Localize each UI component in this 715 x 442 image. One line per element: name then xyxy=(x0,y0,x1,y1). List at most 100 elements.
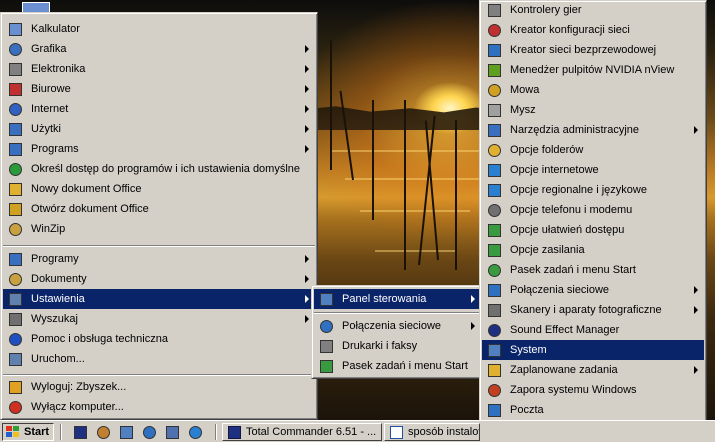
start-menu-item[interactable]: Nowy dokument Office xyxy=(3,179,315,199)
mouse-icon xyxy=(486,102,502,118)
start-menu-item[interactable]: Wyłącz komputer... xyxy=(3,397,315,417)
open-office-document-icon xyxy=(7,201,23,217)
wallpaper-reed xyxy=(372,100,374,220)
control-panel-item[interactable]: Zaplanowane zadania xyxy=(482,360,704,380)
menu-item-label: Ustawienia xyxy=(31,293,85,305)
start-menu-item[interactable]: Użytki xyxy=(3,119,315,139)
settings-item[interactable]: Panel sterowania xyxy=(314,289,481,309)
taskbar-button-document[interactable]: sposób instalov xyxy=(384,423,480,441)
menu-item-label: Elektronika xyxy=(31,63,86,75)
settings-item[interactable]: Drukarki i faksy xyxy=(314,336,481,356)
taskbar: Start Total Commander 6.51 - ... sposób … xyxy=(0,420,715,442)
control-panel-item[interactable]: Narzędzia administracyjne xyxy=(482,120,704,140)
internet-explorer-icon[interactable] xyxy=(187,424,203,440)
control-panel-item[interactable]: Opcje folderów xyxy=(482,140,704,160)
menu-item-label: Dokumenty xyxy=(31,273,87,285)
menu-item-label: Nowy dokument Office xyxy=(31,183,142,195)
control-panel-item[interactable]: Opcje internetowe xyxy=(482,160,704,180)
submenu-arrow-icon xyxy=(305,145,309,153)
start-menu-item[interactable]: Elektronika xyxy=(3,59,315,79)
start-menu-item[interactable]: WinZip xyxy=(3,219,315,239)
start-menu-item[interactable]: Wyszukaj xyxy=(3,309,315,329)
control-panel-item[interactable]: Opcje regionalne i językowe xyxy=(482,180,704,200)
menu-item-label: Kalkulator xyxy=(31,23,80,35)
control-panel-item[interactable]: Kontrolery gier xyxy=(482,0,704,20)
admin-tools-icon xyxy=(486,122,502,138)
start-menu-item[interactable]: Programs xyxy=(3,139,315,159)
submenu-arrow-icon xyxy=(305,105,309,113)
start-menu-item[interactable]: Internet xyxy=(3,99,315,119)
image-app-icon[interactable] xyxy=(95,424,111,440)
start-menu-item[interactable]: Grafika xyxy=(3,39,315,59)
new-office-document-icon xyxy=(7,181,23,197)
submenu-arrow-icon xyxy=(694,126,698,134)
menu-item-label: Skanery i aparaty fotograficzne xyxy=(510,304,662,316)
start-menu-item[interactable]: Wyloguj: Zbyszek... xyxy=(3,377,315,397)
control-panel-item[interactable]: Sound Effect Manager xyxy=(482,320,704,340)
control-panel-item[interactable]: Opcje telefonu i modemu xyxy=(482,200,704,220)
network-app-icon[interactable] xyxy=(118,424,134,440)
taskbar-button-total-commander[interactable]: Total Commander 6.51 - ... xyxy=(222,423,382,441)
start-menu-item[interactable]: Dokumenty xyxy=(3,269,315,289)
start-menu-item[interactable]: Uruchom... xyxy=(3,349,315,369)
network-connections-icon xyxy=(318,318,334,334)
submenu-arrow-icon xyxy=(305,45,309,53)
printer-icon xyxy=(318,338,334,354)
start-menu-item[interactable]: Otwórz dokument Office xyxy=(3,199,315,219)
system-icon xyxy=(486,342,502,358)
menu-item-label: Opcje regionalne i językowe xyxy=(510,184,647,196)
settings-item[interactable]: Pasek zadań i menu Start xyxy=(314,356,481,376)
menu-item-label: Użytki xyxy=(31,123,61,135)
start-menu-item[interactable]: Kalkulator xyxy=(3,19,315,39)
start-button[interactable]: Start xyxy=(2,423,54,441)
start-menu: Kalkulator Grafika Elektronika Biurowe Inter… xyxy=(0,12,318,420)
control-panel-item[interactable]: Opcje ułatwień dostępu xyxy=(482,220,704,240)
start-menu-item[interactable]: Programy xyxy=(3,249,315,269)
menu-separator xyxy=(314,312,481,314)
menu-item-label: Drukarki i faksy xyxy=(342,340,418,352)
nvidia-icon xyxy=(486,62,502,78)
menu-separator xyxy=(3,245,315,247)
control-panel-item[interactable]: Poczta xyxy=(482,400,704,420)
control-panel-icon xyxy=(318,291,334,307)
phone-modem-icon xyxy=(486,202,502,218)
menu-item-label: Otwórz dokument Office xyxy=(31,203,149,215)
scanner-camera-icon xyxy=(486,302,502,318)
network-setup-icon xyxy=(486,22,502,38)
sound-effect-icon xyxy=(486,322,502,338)
start-menu-item[interactable]: Ustawienia xyxy=(3,289,315,309)
submenu-arrow-icon xyxy=(471,295,475,303)
start-menu-item[interactable]: Określ dostęp do programów i ich ustawie… xyxy=(3,159,315,179)
control-panel-item[interactable]: Skanery i aparaty fotograficzne xyxy=(482,300,704,320)
speech-icon xyxy=(486,82,502,98)
menu-item-label: Narzędzia administracyjne xyxy=(510,124,639,136)
control-panel-item[interactable]: Pasek zadań i menu Start xyxy=(482,260,704,280)
control-panel-item[interactable]: Menedżer pulpitów NVIDIA nView xyxy=(482,60,704,80)
network-icon xyxy=(486,282,502,298)
help-icon xyxy=(7,331,23,347)
control-panel-item[interactable]: Połączenia sieciowe xyxy=(482,280,704,300)
control-panel-item[interactable]: System xyxy=(482,340,704,360)
control-panel-item[interactable]: Mowa xyxy=(482,80,704,100)
menu-item-label: Pomoc i obsługa techniczna xyxy=(31,333,168,345)
folder-options-icon xyxy=(486,142,502,158)
taskbar-separator xyxy=(215,424,217,440)
taskbar-separator xyxy=(60,424,62,440)
internet-options-icon xyxy=(486,162,502,178)
regional-options-icon xyxy=(486,182,502,198)
floppy-icon[interactable] xyxy=(72,424,88,440)
settings-item[interactable]: Połączenia sieciowe xyxy=(314,316,481,336)
control-panel-item[interactable]: Opcje zasilania xyxy=(482,240,704,260)
submenu-arrow-icon xyxy=(694,366,698,374)
control-panel-item[interactable]: Kreator konfiguracji sieci xyxy=(482,20,704,40)
start-menu-item[interactable]: Biurowe xyxy=(3,79,315,99)
media-player-icon[interactable] xyxy=(141,424,157,440)
control-panel-item[interactable]: Mysz xyxy=(482,100,704,120)
start-menu-item[interactable]: Pomoc i obsługa techniczna xyxy=(3,329,315,349)
control-panel-item[interactable]: Zapora systemu Windows xyxy=(482,380,704,400)
menu-item-label: Zapora systemu Windows xyxy=(510,384,637,396)
app-icon[interactable] xyxy=(164,424,180,440)
office-folder-icon xyxy=(7,81,23,97)
mail-icon xyxy=(486,402,502,418)
control-panel-item[interactable]: Kreator sieci bezprzewodowej xyxy=(482,40,704,60)
